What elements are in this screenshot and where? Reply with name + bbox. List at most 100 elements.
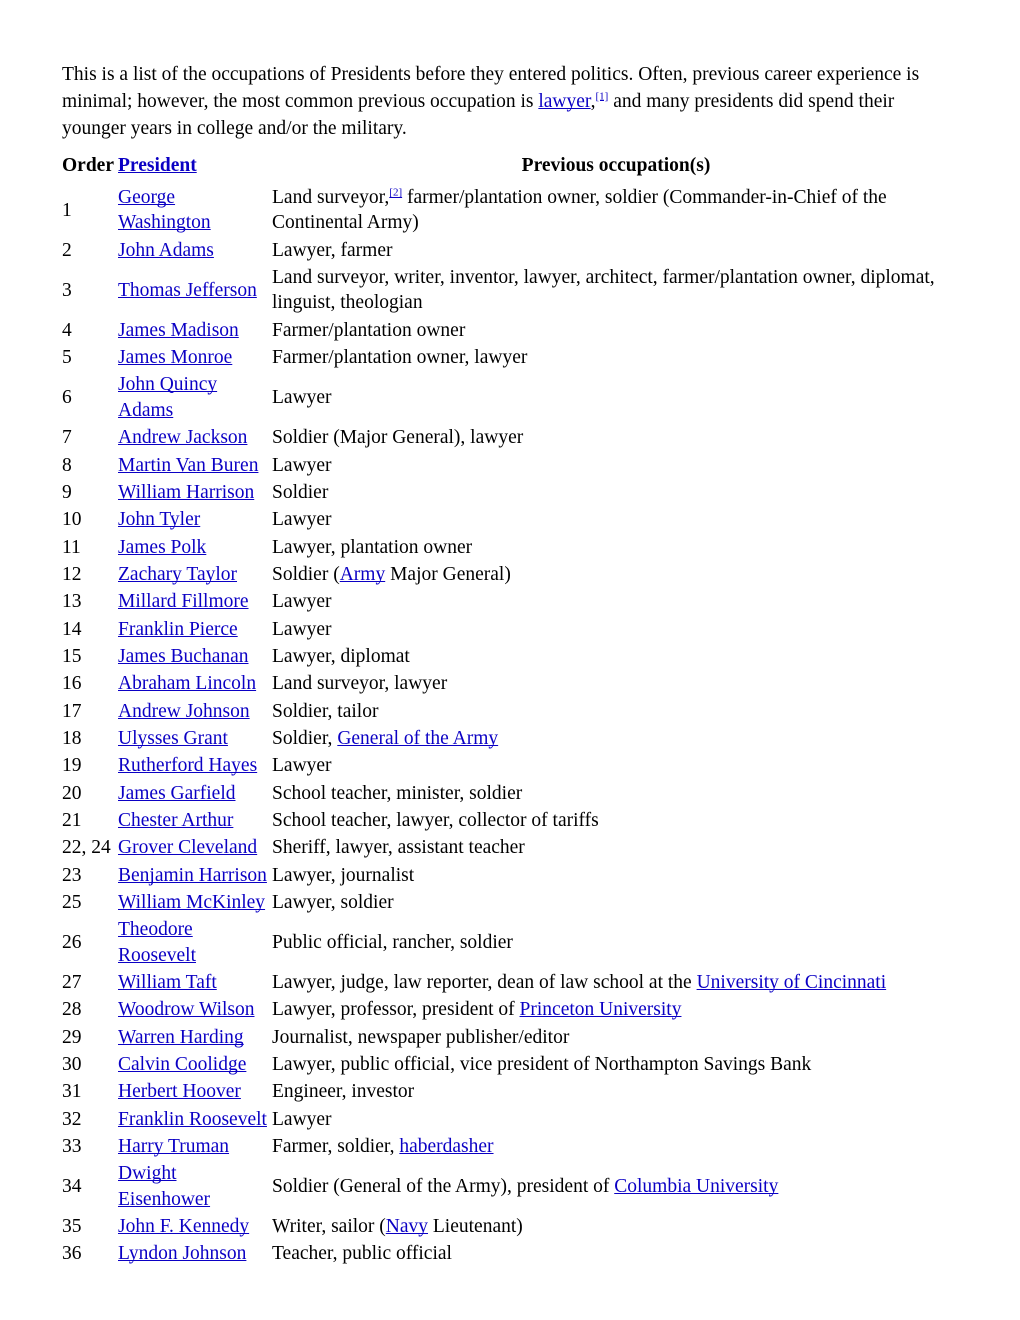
reference-link-1[interactable]: [1] — [596, 90, 609, 102]
president-link[interactable]: Woodrow Wilson — [118, 999, 255, 1020]
table-row: 18 Ulysses Grant Soldier, General of the A… — [62, 725, 960, 752]
president-link[interactable]: John Adams — [118, 240, 214, 261]
occupation-text: Engineer, investor — [272, 1081, 415, 1103]
table-row: 6 John Quincy Adams Lawyer — [62, 371, 960, 424]
occupation-link[interactable]: Army — [340, 564, 386, 585]
cell-occupation: Lawyer — [272, 616, 960, 643]
occupation-link[interactable]: University of Cincinnati — [697, 972, 887, 993]
cell-order: 36 — [62, 1243, 82, 1265]
cell-occupation: Lawyer — [272, 452, 960, 479]
table-row: 13 Millard Fillmore Lawyer — [62, 588, 960, 615]
president-link[interactable]: Theodore Roosevelt — [118, 919, 196, 965]
cell-order: 3 — [62, 279, 72, 301]
president-link[interactable]: Lyndon Johnson — [118, 1243, 246, 1264]
occupation-link[interactable]: haberdasher — [399, 1136, 493, 1157]
president-link[interactable]: Andrew Jackson — [118, 427, 247, 448]
reference-marker[interactable]: [2] — [389, 187, 402, 199]
cell-president: Harry Truman — [118, 1133, 272, 1160]
document-page: This is a list of the occupations of Pre… — [0, 0, 1020, 1320]
president-link[interactable]: William Harrison — [118, 482, 254, 503]
cell-president: William McKinley — [118, 889, 272, 916]
cell-president: John F. Kennedy — [118, 1213, 272, 1240]
cell-order: 26 — [62, 932, 82, 954]
cell-order: 4 — [62, 319, 72, 341]
occupation-text: Farmer/plantation owner, lawyer — [272, 347, 528, 369]
president-link[interactable]: Thomas Jefferson — [118, 280, 257, 301]
cell-occupation: Lawyer — [272, 588, 960, 615]
lawyer-link[interactable]: lawyer — [538, 91, 590, 112]
cell-president: Woodrow Wilson — [118, 996, 272, 1023]
occupation-link[interactable]: Navy — [386, 1216, 428, 1237]
cell-order: 22, 24 — [62, 837, 111, 859]
cell-occupation: Land surveyor, writer, inventor, lawyer,… — [272, 264, 960, 317]
president-link[interactable]: Rutherford Hayes — [118, 755, 257, 776]
cell-order: 13 — [62, 591, 82, 613]
cell-occupation: Sheriff, lawyer, assistant teacher — [272, 834, 960, 861]
reference-link[interactable]: [2] — [389, 187, 402, 199]
cell-president: Martin Van Buren — [118, 452, 272, 479]
president-link[interactable]: Warren Harding — [118, 1027, 244, 1048]
president-link[interactable]: Calvin Coolidge — [118, 1054, 246, 1075]
president-link[interactable]: Dwight Eisenhower — [118, 1163, 210, 1209]
president-link[interactable]: James Madison — [118, 320, 239, 341]
cell-president: Franklin Roosevelt — [118, 1106, 272, 1133]
president-link[interactable]: Abraham Lincoln — [118, 673, 256, 694]
president-link[interactable]: Franklin Roosevelt — [118, 1109, 267, 1130]
president-header-link[interactable]: President — [118, 155, 197, 176]
cell-occupation: Lawyer — [272, 506, 960, 533]
cell-occupation: Soldier (Army Major General) — [272, 561, 960, 588]
occupation-text: School teacher, minister, soldier — [272, 782, 523, 804]
occupation-text: School teacher, lawyer, collector of tar… — [272, 809, 599, 831]
president-link[interactable]: Millard Fillmore — [118, 591, 249, 612]
cell-president: James Garfield — [118, 780, 272, 807]
president-link[interactable]: Grover Cleveland — [118, 837, 257, 858]
president-link[interactable]: James Buchanan — [118, 646, 249, 667]
cell-order: 21 — [62, 809, 82, 831]
president-link[interactable]: John Tyler — [118, 509, 200, 530]
table-row: 3 Thomas Jefferson Land surveyor, writer, … — [62, 264, 960, 317]
occupation-text: Soldier, — [272, 727, 338, 749]
table-row: 4 James Madison Farmer/plantation owner — [62, 317, 960, 344]
occupation-link[interactable]: Princeton University — [520, 999, 682, 1020]
president-link[interactable]: Ulysses Grant — [118, 728, 228, 749]
cell-order: 8 — [62, 454, 72, 476]
president-link[interactable]: Herbert Hoover — [118, 1081, 241, 1102]
cell-occupation: School teacher, minister, soldier — [272, 780, 960, 807]
president-link[interactable]: John F. Kennedy — [118, 1216, 249, 1237]
table-row: 14 Franklin Pierce Lawyer — [62, 616, 960, 643]
cell-occupation: Lawyer, diplomat — [272, 643, 960, 670]
cell-occupation: Farmer, soldier, haberdasher — [272, 1133, 960, 1160]
occupation-text: Farmer, soldier, — [272, 1136, 400, 1158]
occupation-text: Lawyer — [272, 618, 332, 640]
president-link[interactable]: John Quincy Adams — [118, 374, 217, 420]
cell-order: 33 — [62, 1136, 82, 1158]
president-link[interactable]: George Washington — [118, 187, 211, 233]
cell-order: 30 — [62, 1054, 82, 1076]
president-link[interactable]: James Garfield — [118, 783, 236, 804]
reference-marker-1[interactable]: [1] — [596, 90, 609, 102]
president-link[interactable]: William McKinley — [118, 892, 265, 913]
president-link[interactable]: James Polk — [118, 537, 206, 558]
occupation-link[interactable]: Columbia University — [614, 1176, 778, 1197]
president-link[interactable]: Franklin Pierce — [118, 619, 238, 640]
cell-occupation: Soldier, General of the Army — [272, 725, 960, 752]
president-link[interactable]: Benjamin Harrison — [118, 865, 267, 886]
president-link[interactable]: Chester Arthur — [118, 810, 233, 831]
cell-president: James Buchanan — [118, 643, 272, 670]
president-link[interactable]: Harry Truman — [118, 1136, 229, 1157]
president-link[interactable]: Andrew Johnson — [118, 701, 250, 722]
cell-order: 29 — [62, 1026, 82, 1048]
table-row: 5 James Monroe Farmer/plantation owner, la… — [62, 344, 960, 371]
column-header-president: President — [118, 153, 272, 184]
table-row: 32 Franklin Roosevelt Lawyer — [62, 1106, 960, 1133]
table-row: 7 Andrew Jackson Soldier (Major General), … — [62, 424, 960, 451]
president-link[interactable]: Zachary Taylor — [118, 564, 237, 585]
occupation-text: Land surveyor, writer, inventor, lawyer,… — [272, 267, 935, 314]
cell-president: James Madison — [118, 317, 272, 344]
president-link[interactable]: William Taft — [118, 972, 217, 993]
occupation-link[interactable]: General of the Army — [337, 728, 498, 749]
cell-order: 34 — [62, 1176, 82, 1198]
president-link[interactable]: Martin Van Buren — [118, 455, 258, 476]
president-link[interactable]: James Monroe — [118, 347, 232, 368]
occupation-text: Lawyer, public official, vice president … — [272, 1054, 812, 1076]
